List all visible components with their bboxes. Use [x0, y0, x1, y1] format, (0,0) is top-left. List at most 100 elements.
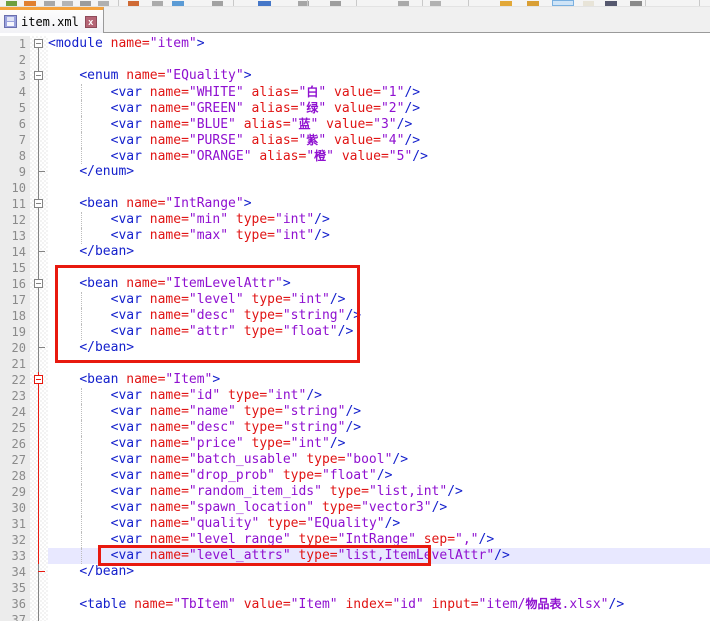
toolbar-icon-fragment[interactable]: [330, 1, 341, 6]
code-line[interactable]: 11 <bean name="IntRange">: [0, 196, 710, 212]
code-text[interactable]: <var name="desc" type="string"/>: [48, 420, 710, 436]
line-number[interactable]: 23: [0, 388, 30, 404]
code-text[interactable]: <bean name="Item">: [48, 372, 710, 388]
toolbar-icon-fragment[interactable]: [152, 1, 163, 6]
toolbar-icon-fragment[interactable]: [527, 1, 539, 6]
fold-toggle-icon[interactable]: [30, 276, 48, 292]
code-text[interactable]: <var name="ORANGE" alias="橙" value="5"/>: [48, 148, 710, 164]
line-number[interactable]: 29: [0, 484, 30, 500]
code-line[interactable]: 28 <var name="drop_prob" type="float"/>: [0, 468, 710, 484]
code-line[interactable]: 35: [0, 580, 710, 596]
code-text[interactable]: <var name="max" type="int"/>: [48, 228, 710, 244]
line-number[interactable]: 19: [0, 324, 30, 340]
toolbar-icon-fragment[interactable]: [172, 1, 184, 6]
code-line[interactable]: 22 <bean name="Item">: [0, 372, 710, 388]
line-number[interactable]: 25: [0, 420, 30, 436]
code-line[interactable]: 5 <var name="GREEN" alias="绿" value="2"/…: [0, 100, 710, 116]
code-line[interactable]: 13 <var name="max" type="int"/>: [0, 228, 710, 244]
line-number[interactable]: 3: [0, 68, 30, 84]
code-line[interactable]: 14 </bean>: [0, 244, 710, 260]
code-text[interactable]: </bean>: [48, 340, 710, 356]
code-line[interactable]: 37: [0, 612, 710, 621]
code-text[interactable]: <var name="min" type="int"/>: [48, 212, 710, 228]
code-line[interactable]: 26 <var name="price" type="int"/>: [0, 436, 710, 452]
fold-toggle-icon[interactable]: [30, 372, 48, 388]
code-line[interactable]: 2: [0, 52, 710, 68]
line-number[interactable]: 26: [0, 436, 30, 452]
code-line[interactable]: 15: [0, 260, 710, 276]
toolbar-icon-fragment[interactable]: [128, 1, 139, 6]
code-text[interactable]: [48, 180, 710, 196]
code-text[interactable]: <enum name="EQuality">: [48, 68, 710, 84]
code-line[interactable]: 34 </bean>: [0, 564, 710, 580]
code-text[interactable]: [48, 612, 710, 621]
line-number[interactable]: 13: [0, 228, 30, 244]
line-number[interactable]: 18: [0, 308, 30, 324]
line-number[interactable]: 22: [0, 372, 30, 388]
line-number[interactable]: 5: [0, 100, 30, 116]
code-text[interactable]: <var name="spawn_location" type="vector3…: [48, 500, 710, 516]
line-number[interactable]: 12: [0, 212, 30, 228]
toolbar-icon-fragment[interactable]: [552, 0, 574, 6]
code-text[interactable]: <bean name="IntRange">: [48, 196, 710, 212]
code-text[interactable]: <var name="price" type="int"/>: [48, 436, 710, 452]
line-number[interactable]: 8: [0, 148, 30, 164]
line-number[interactable]: 30: [0, 500, 30, 516]
code-line[interactable]: 3 <enum name="EQuality">: [0, 68, 710, 84]
code-text[interactable]: [48, 52, 710, 68]
line-number[interactable]: 37: [0, 612, 30, 621]
editor[interactable]: 1 <module name="item"> 23 <enum name="EQua…: [0, 33, 710, 621]
code-text[interactable]: <var name="GREEN" alias="绿" value="2"/>: [48, 100, 710, 116]
line-number[interactable]: 2: [0, 52, 30, 68]
code-line[interactable]: 23 <var name="id" type="int"/>: [0, 388, 710, 404]
code-text[interactable]: [48, 580, 710, 596]
code-line[interactable]: 29 <var name="random_item_ids" type="lis…: [0, 484, 710, 500]
line-number[interactable]: 21: [0, 356, 30, 372]
code-line[interactable]: 16 <bean name="ItemLevelAttr">: [0, 276, 710, 292]
toolbar-icon-fragment[interactable]: [258, 1, 271, 6]
line-number[interactable]: 36: [0, 596, 30, 612]
code-text[interactable]: <var name="WHITE" alias="白" value="1"/>: [48, 84, 710, 100]
line-number[interactable]: 35: [0, 580, 30, 596]
line-number[interactable]: 1: [0, 36, 30, 52]
line-number[interactable]: 33: [0, 548, 30, 564]
code-line[interactable]: 24 <var name="name" type="string"/>: [0, 404, 710, 420]
code-line[interactable]: 36 <table name="TbItem" value="Item" ind…: [0, 596, 710, 612]
code-line[interactable]: 25 <var name="desc" type="string"/>: [0, 420, 710, 436]
code-line[interactable]: 7 <var name="PURSE" alias="紫" value="4"/…: [0, 132, 710, 148]
line-number[interactable]: 9: [0, 164, 30, 180]
line-number[interactable]: 28: [0, 468, 30, 484]
line-number[interactable]: 15: [0, 260, 30, 276]
line-number[interactable]: 31: [0, 516, 30, 532]
line-number[interactable]: 24: [0, 404, 30, 420]
line-number[interactable]: 27: [0, 452, 30, 468]
line-number[interactable]: 14: [0, 244, 30, 260]
code-text[interactable]: </bean>: [48, 564, 710, 580]
close-icon[interactable]: x: [85, 16, 97, 28]
code-text[interactable]: <var name="level_attrs" type="list,ItemL…: [48, 548, 710, 564]
code-text[interactable]: <var name="quality" type="EQuality"/>: [48, 516, 710, 532]
code-text[interactable]: <var name="random_item_ids" type="list,i…: [48, 484, 710, 500]
tab-item-xml[interactable]: item.xml x: [0, 7, 104, 33]
line-number[interactable]: 34: [0, 564, 30, 580]
code-line[interactable]: 9 </enum>: [0, 164, 710, 180]
code-text[interactable]: <var name="desc" type="string"/>: [48, 308, 710, 324]
toolbar-icon-fragment[interactable]: [630, 1, 642, 6]
toolbar-icon-fragment[interactable]: [98, 1, 109, 6]
code-line[interactable]: 8 <var name="ORANGE" alias="橙" value="5"…: [0, 148, 710, 164]
code-line[interactable]: 18 <var name="desc" type="string"/>: [0, 308, 710, 324]
toolbar-icon-fragment[interactable]: [80, 1, 91, 6]
code-line[interactable]: 6 <var name="BLUE" alias="蓝" value="3"/>: [0, 116, 710, 132]
code-text[interactable]: <var name="attr" type="float"/>: [48, 324, 710, 340]
code-text[interactable]: [48, 260, 710, 276]
line-number[interactable]: 7: [0, 132, 30, 148]
toolbar-icon-fragment[interactable]: [24, 1, 36, 6]
code-text[interactable]: <module name="item">: [48, 36, 710, 52]
code-line[interactable]: 33 <var name="level_attrs" type="list,It…: [0, 548, 710, 564]
code-text[interactable]: <var name="name" type="string"/>: [48, 404, 710, 420]
code-text[interactable]: <var name="level" type="int"/>: [48, 292, 710, 308]
code-line[interactable]: 20 </bean>: [0, 340, 710, 356]
code-line[interactable]: 27 <var name="batch_usable" type="bool"/…: [0, 452, 710, 468]
code-text[interactable]: <var name="PURSE" alias="紫" value="4"/>: [48, 132, 710, 148]
line-number[interactable]: 20: [0, 340, 30, 356]
